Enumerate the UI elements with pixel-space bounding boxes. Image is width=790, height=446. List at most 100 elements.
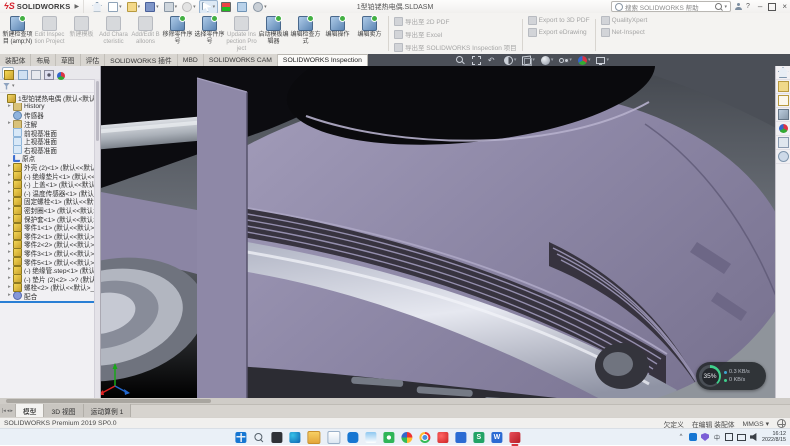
tray-icon[interactable] [701, 433, 709, 441]
task-pane-tab[interactable] [776, 94, 790, 108]
ribbon-tab[interactable]: SOLIDWORKS Inspection [278, 54, 368, 66]
dropdown-caret-icon[interactable]: ▾ [138, 4, 141, 10]
ribbon-button[interactable]: 移除零件序号 [162, 14, 193, 53]
search-scope-icon[interactable] [615, 3, 623, 11]
taskbar-app-icon[interactable] [437, 432, 448, 443]
tree-item[interactable]: ▸ 零件5<1> (默认<<默认>_显示状态 [0, 257, 100, 266]
taskbar-app-icon[interactable] [419, 432, 430, 443]
dropdown-caret-icon[interactable]: ▾ [588, 57, 591, 63]
ribbon-button[interactable]: Add/Edit Balloons [130, 14, 161, 53]
headsup-button[interactable]: ▾ [559, 56, 572, 65]
tree-item[interactable]: ▸ 螺栓<2> (默认<<默认>_显示状态 [0, 283, 100, 292]
tray-icon[interactable] [725, 433, 733, 441]
export-menu-item[interactable]: 导出至 Excel [394, 29, 517, 39]
filter-caret-icon[interactable]: ▾ [12, 83, 15, 89]
ribbon-tab[interactable]: 草图 [56, 54, 81, 66]
panel-tab[interactable] [2, 67, 14, 79]
ribbon-button[interactable]: 编辑卖方 [354, 14, 385, 53]
dropdown-caret-icon[interactable]: ▾ [264, 4, 267, 10]
taskbar-app-icon[interactable] [347, 432, 358, 443]
search-caret-icon[interactable]: ▾ [724, 4, 727, 10]
task-pane-tab[interactable] [776, 136, 790, 150]
tree-item[interactable]: ▸ 零件1<1> (默认<<默认>_显示状态 [0, 223, 100, 232]
graphics-viewport[interactable]: 35% 0.3 KB/s 0 KB/s [101, 66, 776, 398]
ribbon-tab[interactable]: 装配体 [0, 54, 31, 66]
sheet-nav-buttons[interactable]: |◂◂▸ [0, 404, 16, 417]
taskbar-app-icon[interactable] [307, 431, 320, 444]
cut-section-wall[interactable] [197, 78, 247, 398]
taskbar-app-icon[interactable] [327, 431, 340, 444]
minimize-button[interactable]: – [758, 3, 762, 11]
ribbon-tab[interactable]: SOLIDWORKS CAM [204, 54, 278, 66]
tree-item[interactable]: ▸ 保护套<1> (默认<<默认>_显示状 [0, 214, 100, 223]
tree-item[interactable]: ▸ 传感器 [0, 111, 100, 120]
solidworks-logo[interactable]: ϟS SOLIDWORKS ▶ [0, 0, 84, 13]
sheet-tab[interactable]: 3D 视图 [44, 404, 83, 417]
tray-icon[interactable]: 中 [713, 433, 721, 441]
tree-item[interactable]: ▸ (-) 绝缘垫片<1> (默认<<默认>_显 [0, 171, 100, 180]
qat-button[interactable]: ▾ [106, 1, 124, 13]
ribbon-button[interactable]: Update Inspection Project [226, 14, 257, 53]
qat-button[interactable] [90, 1, 105, 13]
tree-item[interactable]: ▸ 密封圈<1> (默认<<默认>_显示状 [0, 206, 100, 215]
headsup-button[interactable] [472, 56, 482, 65]
task-pane-tab[interactable] [776, 150, 790, 164]
export-menu-item[interactable]: 导出至 SOLIDWORKS Inspection 项目 [394, 42, 517, 52]
headsup-button[interactable] [488, 56, 498, 65]
panel-scrollbar[interactable] [94, 79, 100, 398]
sheet-tab[interactable]: 模型 [16, 404, 45, 417]
ribbon-button[interactable]: 新建检查项目 (amp;N) [2, 14, 33, 53]
export-menu-item[interactable]: 导出至 2D PDF [394, 16, 517, 26]
tree-item[interactable]: ▸ 外壳 (2)<1> (默认<<默认>_显示状 [0, 163, 100, 172]
headsup-button[interactable]: ▾ [541, 56, 554, 65]
export-menu-item[interactable]: Export eDrawing [528, 28, 590, 37]
help-button[interactable]: ? [746, 3, 750, 10]
tree-item[interactable]: ▸ 零件3<1> (默认<<默认>_显示状态 [0, 249, 100, 258]
qat-button[interactable]: ▾ [162, 1, 180, 13]
ribbon-tab[interactable]: SOLIDWORKS 插件 [105, 54, 178, 66]
globe-icon[interactable] [777, 419, 786, 428]
qat-button[interactable] [219, 1, 234, 13]
tree-filter-row[interactable]: ▾ [0, 80, 100, 93]
qat-button[interactable]: ▾ [180, 1, 198, 13]
taskbar-app-icon[interactable] [253, 432, 264, 443]
panel-tab[interactable] [30, 68, 40, 78]
ribbon-tab[interactable]: 评估 [81, 54, 106, 66]
export-menu-item[interactable]: Net-Inspect [601, 28, 648, 37]
dropdown-caret-icon[interactable]: ▾ [532, 57, 535, 63]
qat-button[interactable]: ▾ [251, 1, 269, 13]
qat-button[interactable] [235, 1, 250, 13]
headsup-button[interactable]: ▾ [578, 56, 591, 65]
taskbar-app-icon[interactable] [289, 432, 300, 443]
tree-item[interactable]: ▸ (-) 温度传感器<1> (默认<<默认>_ [0, 189, 100, 198]
export-menu-item[interactable]: QualityXpert [601, 16, 648, 25]
tree-item[interactable]: ▸ 配合 [0, 292, 100, 301]
dropdown-caret-icon[interactable]: ▾ [175, 4, 178, 10]
taskbar-app-icon[interactable] [365, 432, 376, 443]
taskbar-app-icon[interactable] [455, 432, 466, 443]
headsup-button[interactable]: ▾ [596, 56, 609, 65]
qat-button[interactable]: ▾ [143, 1, 161, 13]
tree-item[interactable]: ▸ 原点 [0, 154, 100, 163]
ribbon-button[interactable]: Edit Inspection Project [34, 14, 65, 53]
dropdown-caret-icon[interactable]: ▾ [193, 4, 196, 10]
qat-button[interactable]: ▾ [125, 1, 143, 13]
close-button[interactable]: × [782, 3, 787, 11]
dropdown-caret-icon[interactable]: ▾ [213, 4, 216, 10]
tray-icon[interactable] [689, 433, 697, 441]
ribbon-button[interactable]: Add Characteristic [98, 14, 129, 53]
filter-funnel-icon[interactable] [3, 83, 10, 90]
status-units[interactable]: MMGS ▾ [743, 420, 769, 428]
tree-item[interactable]: ▸ 右视基准面 [0, 146, 100, 155]
panel-tab[interactable] [17, 68, 27, 78]
taskbar-app-icon[interactable]: S [473, 432, 484, 443]
dropdown-caret-icon[interactable]: ▾ [514, 57, 517, 63]
task-pane-tab[interactable] [776, 66, 790, 80]
export-menu-item[interactable]: Export to 3D PDF [528, 16, 590, 25]
task-pane-tab[interactable] [776, 122, 790, 136]
tray-icon[interactable] [737, 434, 746, 441]
taskbar-app-icon[interactable] [271, 432, 282, 443]
ribbon-tab[interactable]: MBD [178, 54, 204, 66]
piston-assembly-model[interactable] [101, 66, 776, 398]
ribbon-button[interactable]: 新建模板 [66, 14, 97, 53]
